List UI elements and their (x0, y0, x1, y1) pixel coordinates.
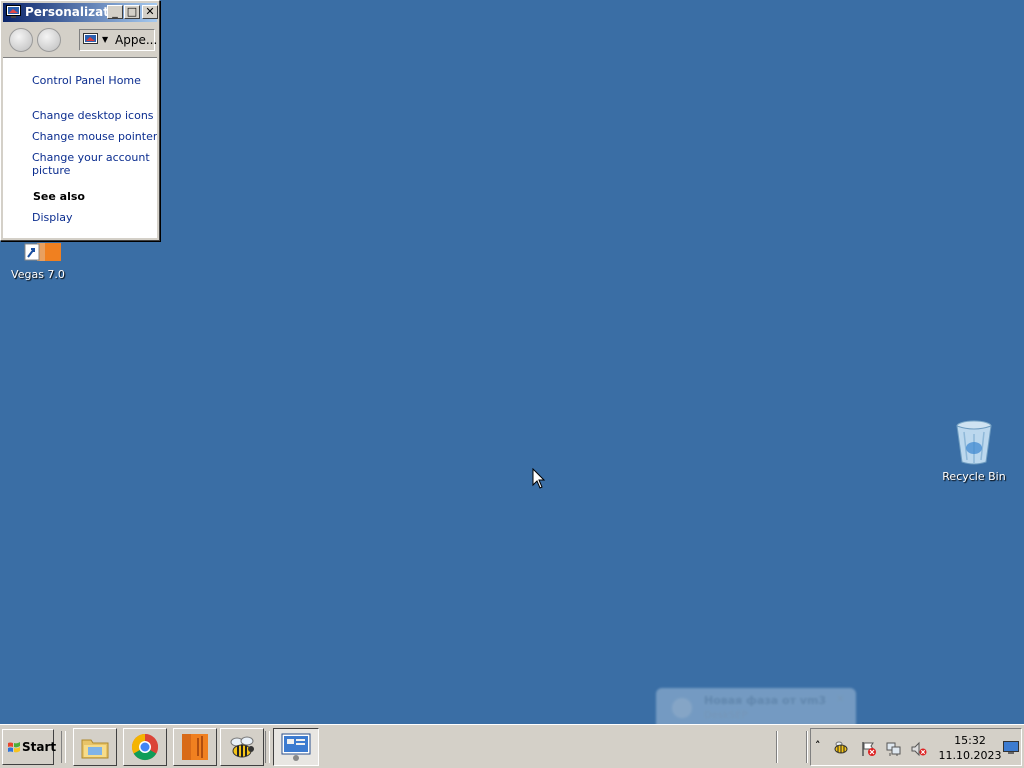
taskbar-app-vegas[interactable] (173, 728, 217, 766)
vegas-shortcut-icon (15, 242, 61, 262)
control-panel-icon (281, 733, 311, 761)
start-button[interactable]: Start (2, 729, 57, 765)
control-panel-home-link[interactable]: Control Panel Home (32, 74, 141, 87)
show-hidden-icons-chevron-icon[interactable]: ˄ (815, 739, 831, 755)
title-bar[interactable]: Personalizat... _ □ ✕ (3, 3, 158, 22)
bee-icon (230, 736, 254, 758)
desktop-icon-recycle-bin[interactable]: Recycle Bin (940, 418, 1008, 483)
change-desktop-icons-link[interactable]: Change desktop icons (32, 109, 154, 122)
bee-tray-icon[interactable] (833, 739, 849, 755)
notification-title: Новая фаза от vm3 (704, 694, 827, 707)
chrome-icon (131, 733, 159, 761)
recycle-bin-label: Recycle Bin (942, 470, 1006, 483)
display-link[interactable]: Display (32, 211, 73, 224)
action-center-flag-icon[interactable] (861, 741, 877, 757)
vegas-icon (182, 734, 208, 760)
taskbar-app-control-panel[interactable] (273, 728, 319, 766)
notification-icon (672, 698, 692, 718)
taskbar-separator (776, 731, 778, 763)
taskbar-app-chrome[interactable] (123, 728, 167, 766)
taskbar-separator (806, 731, 808, 763)
address-bar[interactable]: ▼ Appe... (79, 29, 158, 51)
see-also-heading: See also (33, 190, 85, 203)
start-label: Start (22, 740, 57, 754)
vegas-label: Vegas 7.0 (11, 268, 65, 281)
taskbar-grip[interactable] (61, 731, 66, 763)
close-button[interactable]: ✕ (142, 5, 158, 19)
notification-text: DeskSEP (704, 710, 748, 721)
address-text: Appe... (115, 33, 158, 47)
control-panel-icon (83, 33, 98, 44)
notification-close-icon[interactable]: ✕ (836, 694, 844, 705)
chevron-down-icon[interactable]: ▼ (102, 35, 108, 44)
task-pane: Control Panel Home Change desktop icons … (3, 58, 157, 238)
desktop-icon-vegas[interactable]: Vegas 7.0 (5, 242, 71, 281)
show-desktop-icon[interactable] (1003, 741, 1019, 755)
minimize-button[interactable]: _ (107, 5, 123, 19)
taskbar-app-bee[interactable] (220, 728, 264, 766)
clock-time[interactable]: 15:32 (953, 734, 987, 747)
volume-muted-icon[interactable] (911, 741, 927, 757)
personalization-window[interactable]: Personalizat... _ □ ✕ ▼ Appe... Control … (0, 0, 160, 241)
change-account-picture-link[interactable]: Change your account picture (32, 151, 150, 177)
windows-logo-icon (8, 742, 20, 753)
taskbar: Start ˄ 15:32 11.10.2023 (0, 724, 1024, 768)
taskbar-app-explorer[interactable] (73, 728, 117, 766)
taskbar-grip[interactable] (265, 731, 270, 763)
forward-button[interactable] (37, 28, 61, 52)
folder-icon (81, 739, 109, 759)
back-button[interactable] (9, 28, 33, 52)
change-mouse-pointers-link[interactable]: Change mouse pointers (32, 130, 157, 143)
mouse-cursor-icon (532, 468, 546, 489)
clock-date[interactable]: 11.10.2023 (937, 749, 1003, 762)
maximize-button[interactable]: □ (124, 5, 140, 19)
personalization-app-icon (6, 5, 21, 18)
network-icon[interactable] (886, 741, 902, 757)
navigation-bar: ▼ Appe... (3, 24, 157, 58)
recycle-bin-icon (954, 418, 994, 466)
notification-area: ˄ 15:32 11.10.2023 (810, 728, 1022, 766)
